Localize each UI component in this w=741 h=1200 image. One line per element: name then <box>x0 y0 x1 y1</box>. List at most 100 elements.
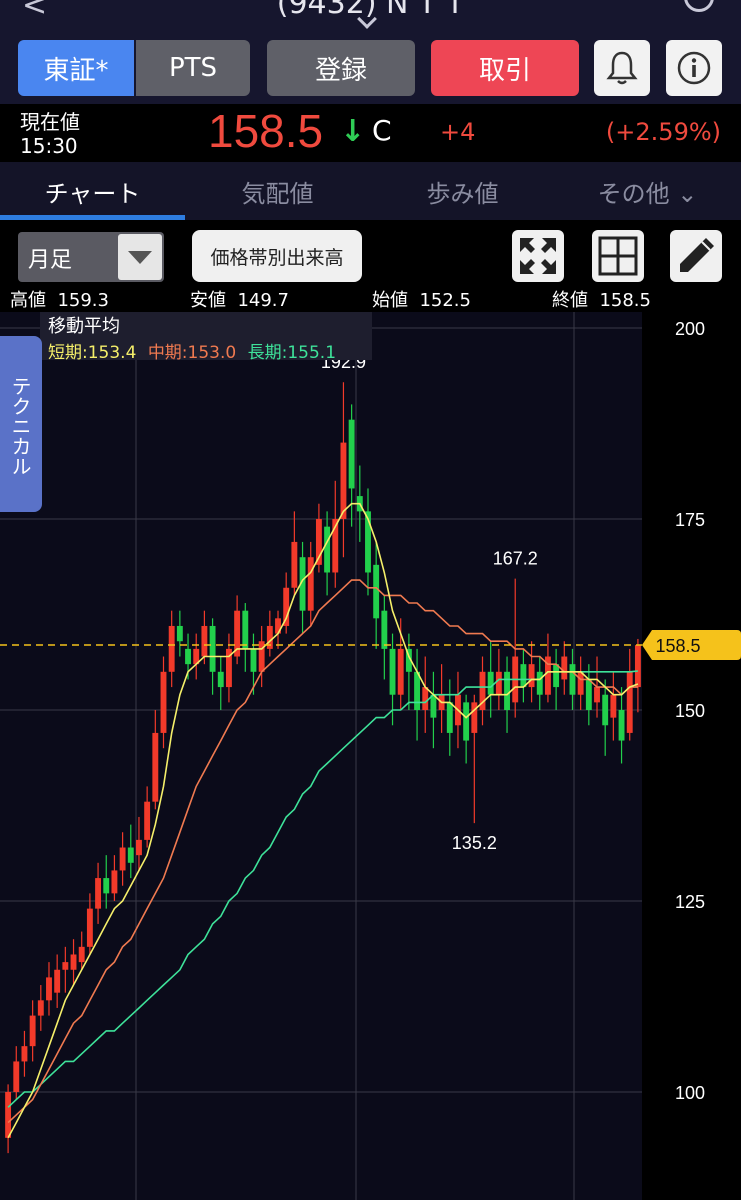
candle-body <box>78 946 85 963</box>
chart-background <box>0 312 741 1200</box>
candle-body <box>504 671 510 710</box>
trade-button[interactable]: 取引 <box>431 40 579 96</box>
y-tick-label: 150 <box>675 701 705 721</box>
tab-bar: チャート 気配値 歩み値 その他 ⌄ <box>0 162 741 220</box>
candle-body <box>5 1092 12 1138</box>
candle-body <box>463 702 470 741</box>
candle-body <box>37 1000 44 1016</box>
candle-body <box>291 541 298 588</box>
y-tick-label: 200 <box>675 319 705 339</box>
current-price-label: 現在値 <box>20 110 80 134</box>
candle-body <box>13 1061 20 1092</box>
candle-body <box>201 625 208 657</box>
period-select[interactable]: 月足 <box>18 232 164 282</box>
technical-tab-label: テクニカル <box>8 376 32 476</box>
candle-body <box>258 641 265 672</box>
candle-body <box>585 679 592 710</box>
candle-body <box>21 1046 28 1062</box>
tab-quotes[interactable]: 気配値 <box>185 162 370 220</box>
current-price-tag-label: 158.5 <box>655 636 700 656</box>
tab-ticks[interactable]: 歩み値 <box>370 162 555 220</box>
high-value: 高値 159.3 <box>10 290 109 311</box>
candle-body <box>95 878 102 909</box>
candle-body <box>471 702 478 733</box>
open-value: 始値 152.5 <box>372 290 471 311</box>
candle-body <box>528 664 535 688</box>
alert-button[interactable] <box>594 40 650 96</box>
candle-body <box>536 671 543 695</box>
candle-body <box>136 839 142 856</box>
expand-icon <box>520 238 556 274</box>
candle-body <box>634 645 641 688</box>
tab-other[interactable]: その他 ⌄ <box>555 162 740 220</box>
top-header: < (9432) N T T <box>0 0 741 36</box>
y-tick-label: 100 <box>675 1083 705 1103</box>
low-value: 安値 149.7 <box>190 290 289 311</box>
moving-average-legend: 移動平均 短期:153.4 中期:153.0 長期:155.1 <box>40 312 372 363</box>
candle-body <box>373 564 380 619</box>
ma-mid-value: 中期:153.0 <box>147 343 237 363</box>
candle-body <box>185 648 191 665</box>
y-axis-panel <box>642 312 741 1200</box>
price-annotation: 135.2 <box>452 833 497 853</box>
layout-button[interactable] <box>592 230 644 282</box>
candle-body <box>397 648 404 695</box>
tab-chart[interactable]: チャート <box>0 162 185 220</box>
info-icon <box>677 51 711 85</box>
bell-icon <box>606 51 638 85</box>
candle-body <box>381 610 388 649</box>
candle-body <box>602 694 609 726</box>
candle-body <box>242 610 249 649</box>
candle-body <box>340 442 347 519</box>
candle-body <box>389 648 396 695</box>
candle-body <box>520 664 527 688</box>
candle-body <box>487 671 494 695</box>
draw-button[interactable] <box>670 230 722 282</box>
chart-controls: 月足 価格帯別出来高 高値 159.3 安値 149.7 始値 152.5 終値… <box>0 220 741 312</box>
candle-body <box>160 671 167 733</box>
expand-button[interactable] <box>512 230 564 282</box>
tosho-button[interactable]: 東証* <box>18 40 134 96</box>
candle-body <box>594 687 600 703</box>
chart-canvas[interactable]: 200175150125100158.5192.9167.2135.2 <box>0 312 741 1200</box>
price-time: 15:30 <box>20 134 78 158</box>
grid-icon <box>598 236 638 276</box>
candle-body <box>446 702 453 733</box>
candle-body <box>577 671 584 695</box>
current-price: 158.5 <box>208 105 324 157</box>
candle-body <box>217 671 224 688</box>
candle-body <box>307 557 314 611</box>
candle-body <box>70 954 77 970</box>
technical-tab[interactable]: テクニカル <box>0 336 42 512</box>
candle-body <box>144 801 151 840</box>
candle-body <box>111 870 118 894</box>
y-tick-label: 125 <box>675 892 705 912</box>
volume-by-price-button[interactable]: 価格帯別出来高 <box>192 230 362 282</box>
ma-long-value: 長期:155.1 <box>247 343 337 363</box>
price-change: +4 <box>440 118 476 146</box>
pencil-icon <box>680 238 714 272</box>
candle-body <box>250 648 257 672</box>
ma-short-value: 短期:153.4 <box>48 343 137 363</box>
dropdown-arrow-icon[interactable] <box>118 234 162 280</box>
candle-body <box>324 526 331 573</box>
candle-body <box>119 847 126 871</box>
price-change-percent: (+2.59%) <box>605 118 721 146</box>
period-value: 月足 <box>28 248 73 273</box>
ma-title: 移動平均 <box>48 316 120 337</box>
candle-body <box>422 687 429 710</box>
candle-body <box>152 732 159 802</box>
candle-body <box>29 1015 36 1047</box>
down-arrow-icon: ↓ <box>340 114 366 149</box>
candle-body <box>54 969 61 993</box>
close-value: 終値 158.5 <box>552 290 651 311</box>
register-button[interactable]: 登録 <box>267 40 415 96</box>
pts-button[interactable]: PTS <box>136 40 250 96</box>
candle-body <box>209 625 216 672</box>
candlestick-chart[interactable]: 200 175 150 125 100 158.5 192.9 167.2 135.2 移動平均… <box>0 312 741 1200</box>
info-button[interactable] <box>666 40 722 96</box>
candle-body <box>103 878 110 894</box>
candle-body <box>569 664 576 695</box>
candle-body <box>561 656 568 680</box>
market-button-row: 東証* PTS 登録 取引 <box>0 36 741 104</box>
